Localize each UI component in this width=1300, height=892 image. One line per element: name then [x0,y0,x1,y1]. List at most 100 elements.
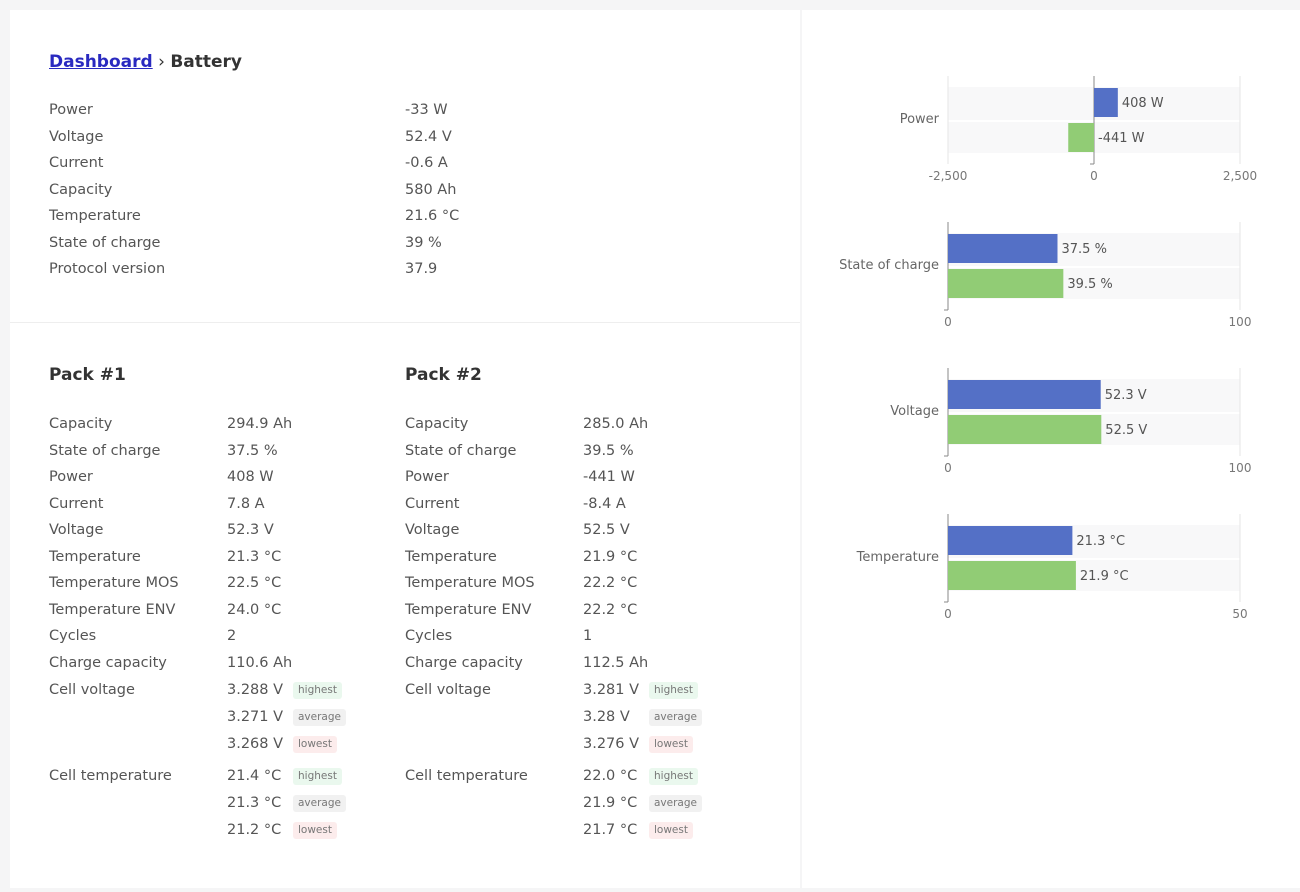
charts-card: Power 408 W -441 W -2,500 0 2,500 State of cha… [802,10,1300,888]
bar-pack-1 [948,380,1101,409]
cell-stat-tag-average: average [649,794,702,812]
pack-row-label: Power [405,469,449,485]
cell-stat-value: 21.2 °C [227,822,282,838]
divider [10,322,800,323]
axis-tick-label: 50 [1232,607,1247,621]
bar-value-label: 408 W [1122,96,1164,111]
cell-stat-value: 3.271 V [227,709,284,725]
axis-tick-label: 2,500 [1223,169,1257,183]
pack-row-value: -8.4 A [583,495,626,512]
category-label: Power [900,112,940,127]
summary-value: 52.4 V [405,128,452,145]
pack-row-value: -441 W [583,469,635,485]
pack-row-value: 2 [227,628,237,644]
pack-row-value: 21.3 °C [227,548,282,565]
axis-tick-label: 100 [1229,461,1252,475]
cell-stat-tag-highest: highest [293,767,342,785]
pack-row-label: State of charge [49,442,161,459]
pack-row-value: 7.8 A [227,495,265,512]
pack-row-value: 22.2 °C [583,601,638,618]
bar-chart-state-of-charge: State of charge 37.5 % 39.5 % 0 100 [839,222,1251,329]
pack-row-label: Capacity [49,416,113,432]
bar-value-label: 39.5 % [1067,277,1112,292]
cell-stat-tag-average: average [293,708,346,726]
bar-chart-power: Power 408 W -441 W -2,500 0 2,500 [900,76,1257,183]
axis-tick-label: 0 [944,461,952,475]
bar-pack-2 [1068,123,1094,152]
pack-row-value: 285.0 Ah [583,416,649,432]
breadcrumb-current: Battery [170,52,242,72]
cell-stat-row: 3.276 V lowest [583,733,693,755]
cell-stat-tag-lowest: lowest [293,821,337,839]
category-label: Voltage [890,404,939,419]
pack-row-label: Cycles [405,628,453,644]
bar-pack-1 [948,234,1058,263]
cell-stat-value: 21.9 °C [583,795,638,811]
summary-value: 580 Ah [405,181,457,198]
breadcrumb-dashboard-link[interactable]: Dashboard [49,52,153,72]
bar-value-label: -441 W [1098,131,1145,146]
cell-stat-tag-lowest: lowest [649,821,693,839]
pack-row-value: 408 W [227,469,274,485]
breadcrumb: Dashboard › Battery [49,52,242,72]
cell-stat-row: 3.281 V highest [583,679,698,701]
pack-row-value: 22.2 °C [583,575,638,591]
pack-row-value: 110.6 Ah [227,654,293,671]
cell-stat-row: 3.288 V highest [227,679,342,701]
cell-stat-row: 21.7 °C lowest [583,819,693,841]
summary-label: Voltage [49,128,104,145]
axis-tick-label: 100 [1229,315,1252,329]
summary-label: State of charge [49,234,161,251]
cell-stat-tag-lowest: lowest [649,735,693,753]
cell-stat-tag-average: average [649,708,702,726]
cell-stat-value: 21.3 °C [227,795,282,811]
category-label: State of charge [839,258,939,273]
pack-row-label: Current [405,495,460,512]
cell-stat-tag-highest: highest [649,681,698,699]
pack-row-value: 24.0 °C [227,601,282,618]
cell-stat-value: 3.268 V [227,736,284,752]
pack-row-label: Voltage [49,522,104,538]
pack-row-label: Voltage [405,522,460,538]
pack-row-label: State of charge [405,442,517,459]
bar-chart-temperature: Temperature 21.3 °C 21.9 °C 0 50 [856,514,1248,621]
bar-value-label: 21.9 °C [1080,569,1129,584]
pack-row-label: Temperature MOS [405,575,535,591]
bar-pack-1 [948,526,1073,555]
axis-tick-label: 0 [944,315,952,329]
bar-pack-2 [948,561,1076,590]
summary-label: Power [49,102,93,118]
pack-title: Pack #2 [405,365,482,385]
summary-value: 37.9 [405,261,438,277]
cell-stat-row: 3.28 V average [583,706,702,728]
pack-row-value: 1 [583,628,593,644]
pack-row-value: 112.5 Ah [583,654,649,671]
summary-value: -33 W [405,102,448,118]
pack-title: Pack #1 [49,365,126,385]
cell-stat-value: 3.276 V [583,736,640,752]
summary-label: Current [49,155,104,171]
cell-stat-value: 21.7 °C [583,822,638,838]
pack-row-label: Charge capacity [405,654,523,671]
cell-stat-value: 21.4 °C [227,768,282,784]
cell-stat-row: 21.9 °C average [583,792,702,814]
cell-stat-row: 21.3 °C average [227,792,346,814]
cell-stat-value: 3.281 V [583,682,640,698]
cell-stat-label: Cell temperature [405,768,528,784]
pack-row-label: Charge capacity [49,654,167,671]
pack-row-value: 21.9 °C [583,548,638,565]
pack-row-value: 294.9 Ah [227,416,293,432]
bar-chart-voltage: Voltage 52.3 V 52.5 V 0 100 [890,368,1251,475]
pack-row-label: Power [49,469,93,485]
bar-pack-2 [948,269,1064,298]
cell-stat-row: 22.0 °C highest [583,765,698,787]
pack-row-label: Cycles [49,628,97,644]
bar-value-label: 37.5 % [1062,242,1107,257]
summary-value: 21.6 °C [405,208,460,224]
summary-label: Capacity [49,181,113,198]
pack-row-value: 37.5 % [227,442,278,459]
cell-stat-row: 21.4 °C highest [227,765,342,787]
cell-stat-tag-highest: highest [649,767,698,785]
pack-row-label: Temperature ENV [49,601,176,618]
cell-stat-value: 22.0 °C [583,768,638,784]
